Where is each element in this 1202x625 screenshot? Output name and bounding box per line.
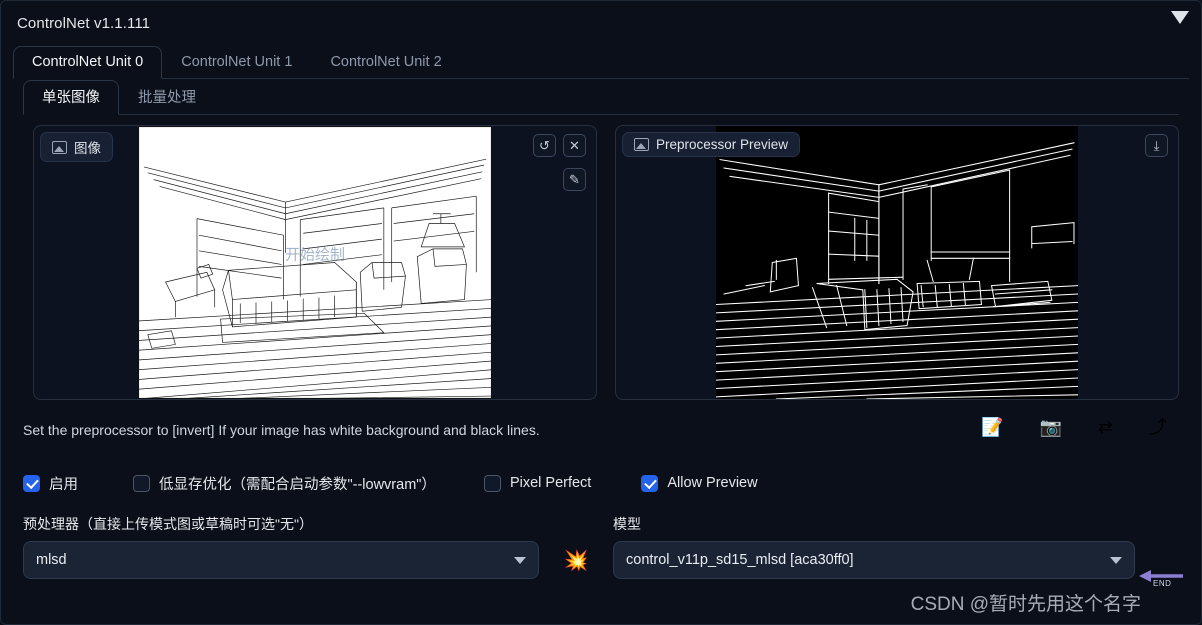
preprocessor-group: 预处理器（直接上传模式图或草稿时可选"无"） mlsd: [23, 514, 539, 579]
app-header: ControlNet v1.1.111: [1, 1, 1201, 45]
clear-button[interactable]: ✕: [563, 134, 586, 157]
checkbox-allow-preview-box[interactable]: [641, 474, 659, 492]
chevron-down-icon[interactable]: [1110, 557, 1122, 564]
selectors-row: 预处理器（直接上传模式图或草稿时可选"无"） mlsd 💥 模型 control…: [1, 502, 1201, 579]
checkbox-lowvram-label: 低显存优化（需配合启动参数"--lowvram"）: [159, 476, 436, 493]
unit-tabs: ControlNet Unit 0 ControlNet Unit 1 Cont…: [1, 45, 1201, 79]
chevron-down-icon[interactable]: [1171, 11, 1189, 24]
checkbox-enable-box[interactable]: [23, 474, 40, 492]
swap-icon[interactable]: ⇄: [1098, 418, 1113, 436]
model-label: 模型: [613, 516, 641, 532]
checkbox-enable[interactable]: 启用: [23, 473, 78, 494]
arrow-curve-icon[interactable]: ⤴: [1149, 418, 1167, 436]
tab-single-image[interactable]: 单张图像: [23, 80, 119, 115]
undo-button[interactable]: ↺: [533, 134, 556, 157]
model-group: 模型 control_v11p_sd15_mlsd [aca30ff0]: [613, 514, 1135, 579]
pen-button[interactable]: ✎: [563, 168, 586, 191]
end-label: END: [1153, 579, 1172, 588]
checkbox-pixel-perfect[interactable]: Pixel Perfect: [483, 474, 592, 492]
checkbox-pixel-perfect-box[interactable]: [483, 474, 501, 492]
chevron-down-icon[interactable]: [514, 557, 526, 564]
source-line-drawing: [138, 126, 492, 399]
source-image-canvas[interactable]: 开始绘制: [138, 126, 492, 399]
preprocessor-select[interactable]: mlsd: [23, 541, 539, 579]
preprocessor-value: mlsd: [36, 552, 67, 568]
model-value: control_v11p_sd15_mlsd [aca30ff0]: [626, 552, 854, 568]
image-icon: [52, 140, 67, 154]
checkbox-lowvram-box[interactable]: [133, 474, 150, 492]
model-select[interactable]: control_v11p_sd15_mlsd [aca30ff0]: [613, 541, 1135, 579]
camera-icon[interactable]: 📷: [1039, 418, 1061, 436]
explosion-icon[interactable]: 💥: [539, 551, 613, 579]
image-panels: 开始绘制 图像 ↺ ✕ ✎ Preprocessor Preview ⤓: [1, 115, 1201, 400]
preprocessor-preview-label: Preprocessor Preview: [622, 132, 801, 157]
preprocessor-preview-label-text: Preprocessor Preview: [656, 137, 789, 152]
preview-image-canvas[interactable]: [716, 126, 1078, 399]
memo-icon[interactable]: 📝: [981, 418, 1003, 436]
preprocessor-label: 预处理器（直接上传模式图或草稿时可选"无"）: [23, 516, 313, 532]
image-icon: [634, 138, 649, 151]
source-image-label: 图像: [40, 132, 113, 162]
tab-batch-process[interactable]: 批量处理: [119, 80, 215, 115]
sub-tabs: 单张图像 批量处理: [1, 79, 1201, 115]
tab-controlnet-unit-0[interactable]: ControlNet Unit 0: [13, 46, 163, 79]
tab-controlnet-unit-2[interactable]: ControlNet Unit 2: [311, 46, 460, 79]
tab-controlnet-unit-1[interactable]: ControlNet Unit 1: [162, 46, 311, 79]
source-image-label-text: 图像: [74, 141, 101, 156]
checkbox-pixel-perfect-label: Pixel Perfect: [509, 475, 592, 491]
checkbox-allow-preview-label: Allow Preview: [667, 475, 758, 491]
hint-row: Set the preprocessor to [invert] If your…: [1, 400, 1201, 456]
source-image-panel[interactable]: 开始绘制 图像 ↺ ✕ ✎: [33, 125, 597, 400]
checkbox-lowvram[interactable]: 低显存优化（需配合启动参数"--lowvram"）: [133, 473, 436, 494]
checkbox-enable-label: 启用: [49, 476, 78, 493]
preview-line-drawing: [716, 126, 1078, 399]
preprocessor-preview-panel[interactable]: Preprocessor Preview ⤓: [615, 125, 1179, 400]
checkbox-allow-preview[interactable]: Allow Preview: [641, 474, 758, 492]
download-button[interactable]: ⤓: [1145, 134, 1168, 157]
controlnet-panel: ControlNet v1.1.111 ControlNet Unit 0 Co…: [0, 0, 1202, 625]
page-title: ControlNet v1.1.111: [17, 14, 151, 32]
options-row: 启用 低显存优化（需配合启动参数"--lowvram"） Pixel Perfe…: [1, 456, 1201, 502]
action-icon-row: 📝 📷 ⇄ ⤴: [981, 418, 1167, 436]
csdn-watermark: CSDN @暂时先用这个名字: [910, 594, 1141, 615]
